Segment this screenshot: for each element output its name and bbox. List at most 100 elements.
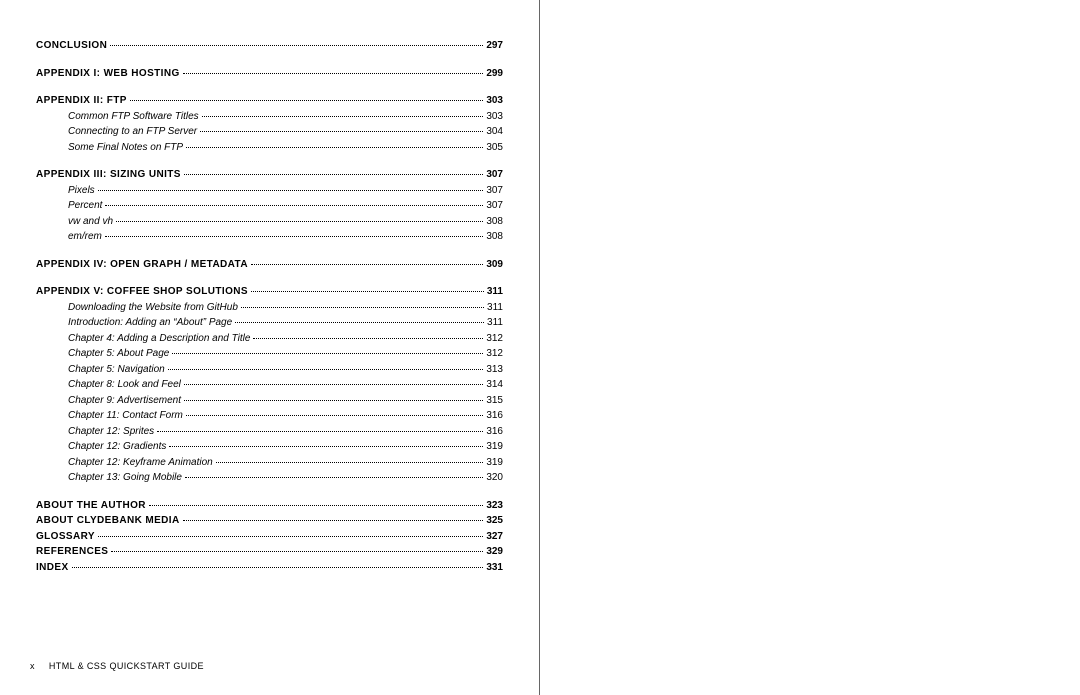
toc-line: Chapter 12: Gradients 319 (36, 439, 503, 455)
dot-leader (184, 174, 483, 175)
toc-section: APPENDIX V: COFFEE SHOP SOLUTIONS311Down… (36, 284, 503, 486)
dot-leader (110, 45, 483, 46)
toc-sub-page: 316 (486, 408, 503, 424)
dot-leader (251, 264, 483, 265)
dot-leader (251, 291, 484, 292)
toc-line: vw and vh308 (36, 214, 503, 230)
toc-section: APPENDIX II: FTP303Common FTP Software T… (36, 93, 503, 155)
dot-leader (111, 551, 483, 552)
toc-chapter-title: REFERENCES (36, 544, 108, 560)
toc-chapter-title: APPENDIX IV: OPEN GRAPH / METADATA (36, 257, 248, 273)
toc-sub-title: Chapter 5: About Page (68, 346, 169, 362)
dot-leader (202, 116, 484, 117)
dot-leader (172, 353, 483, 354)
toc-sub-title: Chapter 4: Adding a Description and Titl… (68, 331, 250, 347)
toc-sub-page: 307 (486, 198, 503, 214)
dot-leader (235, 322, 484, 323)
dot-leader (98, 190, 484, 191)
dot-leader (186, 415, 483, 416)
toc-line: em/rem308 (36, 229, 503, 245)
toc-sub-page: 303 (486, 109, 503, 125)
toc-line: Chapter 11: Contact Form 316 (36, 408, 503, 424)
toc-sub-title: Chapter 9: Advertisement (68, 393, 181, 409)
toc-sub-title: Chapter 8: Look and Feel (68, 377, 181, 393)
dot-leader (105, 205, 483, 206)
toc-sub-page: 315 (486, 393, 503, 409)
toc-section: APPENDIX I: WEB HOSTING299 (36, 66, 503, 82)
toc-sub-title: Downloading the Website from GitHub (68, 300, 238, 316)
dot-leader (105, 236, 483, 237)
toc-line: Chapter 9: Advertisement 315 (36, 393, 503, 409)
toc-line: REFERENCES329 (36, 544, 503, 560)
dot-leader (98, 536, 483, 537)
toc-chapter-page: 309 (486, 257, 503, 273)
dot-leader (149, 505, 483, 506)
toc-chapter-title: APPENDIX V: COFFEE SHOP SOLUTIONS (36, 284, 248, 300)
toc-line: CONCLUSION 297 (36, 38, 503, 54)
dot-leader (184, 384, 483, 385)
toc-sub-title: Percent (68, 198, 102, 214)
toc-sub-page: 314 (486, 377, 503, 393)
toc-sub-page: 319 (486, 439, 503, 455)
dot-leader (183, 520, 484, 521)
toc-chapter-page: 307 (486, 167, 503, 183)
toc-line: ABOUT THE AUTHOR323 (36, 498, 503, 514)
toc-sub-title: vw and vh (68, 214, 113, 230)
toc-sub-page: 319 (486, 455, 503, 471)
toc-chapter-title: APPENDIX III: SIZING UNITS (36, 167, 181, 183)
toc-sub-title: Chapter 5: Navigation (68, 362, 165, 378)
toc-line: Chapter 12: Keyframe Animation 319 (36, 455, 503, 471)
toc-line: Downloading the Website from GitHub 311 (36, 300, 503, 316)
toc-sub-title: Chapter 13: Going Mobile (68, 470, 182, 486)
toc-chapter-page: 297 (486, 38, 503, 54)
toc-line: Introduction: Adding an “About” Page311 (36, 315, 503, 331)
toc-sub-page: 305 (486, 140, 503, 156)
toc-section: APPENDIX IV: OPEN GRAPH / METADATA 309 (36, 257, 503, 273)
toc-chapter-page: 325 (486, 513, 503, 529)
toc-sub-page: 312 (486, 346, 503, 362)
toc-sub-page: 311 (487, 300, 503, 316)
toc-sub-title: Connecting to an FTP Server (68, 124, 197, 140)
toc-line: Common FTP Software Titles303 (36, 109, 503, 125)
page-spread: CONCLUSION 297 APPENDIX I: WEB HOSTING299 A… (0, 0, 1080, 695)
dot-leader (168, 369, 484, 370)
right-page (540, 0, 1080, 695)
toc-chapter-page: 311 (487, 284, 503, 300)
book-title: HTML & CSS QUICKSTART GUIDE (49, 661, 204, 671)
dot-leader (200, 131, 483, 132)
toc-section: CONCLUSION 297 (36, 38, 503, 54)
toc-chapter-title: CONCLUSION (36, 38, 107, 54)
toc-sub-page: 304 (486, 124, 503, 140)
toc-chapter-title: ABOUT CLYDEBANK MEDIA (36, 513, 180, 529)
toc-chapter-page: 327 (486, 529, 503, 545)
toc-sub-title: Chapter 12: Keyframe Animation (68, 455, 213, 471)
toc-chapter-page: 303 (486, 93, 503, 109)
toc-sub-title: Chapter 12: Gradients (68, 439, 166, 455)
toc-chapter-page: 331 (486, 560, 503, 576)
dot-leader (157, 431, 483, 432)
toc-line: APPENDIX V: COFFEE SHOP SOLUTIONS 311 (36, 284, 503, 300)
toc-sub-title: Pixels (68, 183, 95, 199)
dot-leader (186, 147, 483, 148)
dot-leader (216, 462, 484, 463)
toc-line: ABOUT CLYDEBANK MEDIA 325 (36, 513, 503, 529)
toc-sub-title: Chapter 11: Contact Form (68, 408, 183, 424)
toc-chapter-page: 299 (486, 66, 503, 82)
toc-line: INDEX331 (36, 560, 503, 576)
toc-line: Chapter 4: Adding a Description and Titl… (36, 331, 503, 347)
toc-line: GLOSSARY327 (36, 529, 503, 545)
toc-line: Chapter 5: Navigation313 (36, 362, 503, 378)
toc-line: Some Final Notes on FTP305 (36, 140, 503, 156)
toc-line: Percent 307 (36, 198, 503, 214)
toc-end-section: ABOUT THE AUTHOR323ABOUT CLYDEBANK MEDIA… (36, 498, 503, 576)
dot-leader (184, 400, 483, 401)
dot-leader (185, 477, 483, 478)
toc-chapter-title: ABOUT THE AUTHOR (36, 498, 146, 514)
toc-line: Connecting to an FTP Server 304 (36, 124, 503, 140)
dot-leader (241, 307, 484, 308)
toc-section: APPENDIX III: SIZING UNITS307Pixels307Pe… (36, 167, 503, 245)
toc-line: APPENDIX II: FTP303 (36, 93, 503, 109)
toc-sub-title: Introduction: Adding an “About” Page (68, 315, 232, 331)
dot-leader (253, 338, 483, 339)
toc-sub-page: 320 (486, 470, 503, 486)
